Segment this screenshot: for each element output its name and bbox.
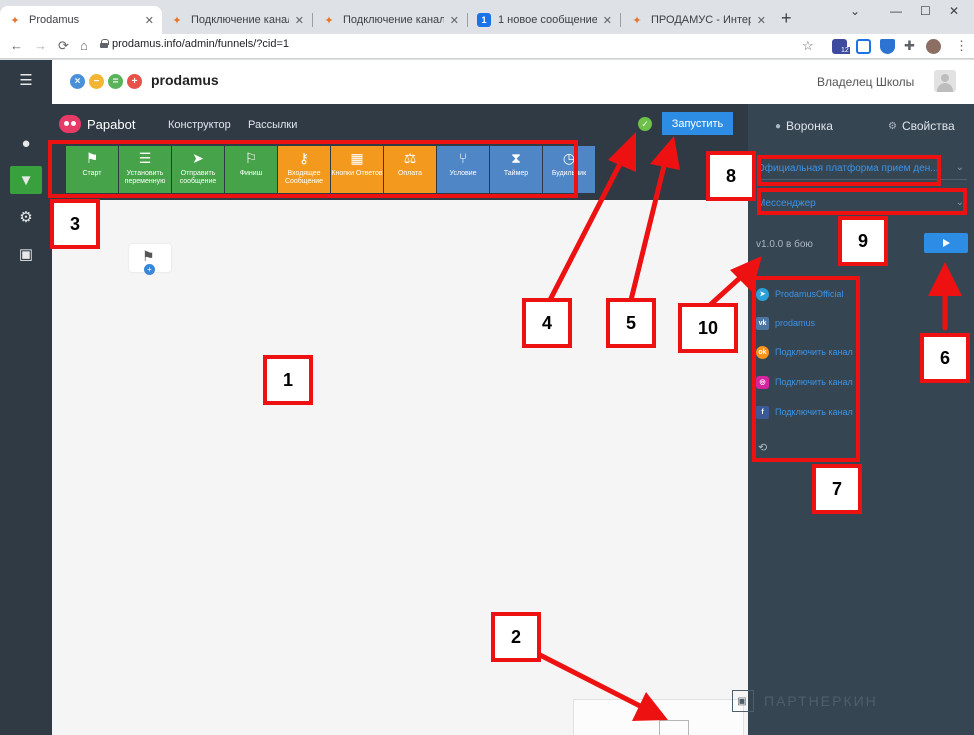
tab-title: ПРОДАМУС - Интернет — [651, 14, 751, 26]
browser-toolbar: ← → ⟳ ⌂ prodamus.info/admin/funnels/?cid… — [0, 34, 974, 59]
user-name[interactable]: Владелец Школы — [817, 75, 914, 89]
funnel-editor: Papabot Конструктор Рассылки ✓ Запустить… — [52, 104, 748, 735]
puzzle-extensions-icon[interactable]: ✚ — [904, 38, 915, 54]
flag-icon: ⚑ — [142, 248, 155, 264]
gear-icon[interactable]: ⚙ — [10, 203, 42, 231]
maximize-window-icon[interactable]: ☐ — [920, 4, 931, 18]
chat-icon[interactable]: ● — [10, 129, 42, 157]
annotation-label-10: 10 — [678, 303, 738, 353]
browser-tab-telegram[interactable]: ✦ Подключение канала Tel ✕ — [162, 6, 312, 34]
logo-dot-green-icon: = — [108, 74, 123, 89]
tab-search-icon[interactable]: ⌄ — [850, 4, 860, 18]
annotation-label-4: 4 — [522, 298, 572, 348]
watermark-logo-icon: ▣ — [732, 690, 754, 712]
saved-check-icon: ✓ — [638, 117, 652, 131]
funnel-canvas[interactable]: ⚑ + — [52, 200, 748, 735]
lock-icon[interactable]: ▣ — [10, 240, 42, 268]
prodamus-favicon-icon: ✦ — [632, 14, 642, 27]
home-icon[interactable]: ⌂ — [80, 38, 88, 53]
prodamus-favicon-icon: ✦ — [10, 14, 20, 27]
user-avatar[interactable] — [934, 70, 956, 92]
lock-icon — [100, 39, 109, 48]
brand-name: prodamus — [151, 72, 219, 88]
product-name: Papabot — [87, 117, 136, 132]
profile-avatar[interactable] — [926, 39, 941, 54]
watermark-text: ПАРТНЕРКИН — [764, 693, 878, 709]
message-badge-icon: 1 — [477, 13, 491, 27]
annotation-label-3: 3 — [50, 199, 100, 249]
logo-dot-yellow-icon: − — [89, 74, 104, 89]
prodamus-favicon-icon: ✦ — [324, 14, 334, 27]
shield-extension-icon[interactable] — [880, 39, 895, 54]
tab-separator — [620, 13, 621, 27]
browser-tab-message[interactable]: 1 1 новое сообщение ✕ — [469, 6, 620, 34]
annotation-label-1: 1 — [263, 355, 313, 405]
annotation-label-6: 6 — [920, 333, 970, 383]
browser-tab-prodamus[interactable]: ✦ Prodamus ✕ — [0, 6, 162, 34]
annotation-label-5: 5 — [606, 298, 656, 348]
close-tab-icon[interactable]: ✕ — [295, 14, 304, 27]
logo-dot-red-icon: + — [127, 74, 142, 89]
hamburger-menu-icon[interactable]: ☰ — [10, 66, 42, 94]
close-tab-icon[interactable]: ✕ — [145, 14, 154, 27]
tab-label: Свойства — [901, 119, 955, 133]
back-arrow-icon[interactable]: ← — [10, 38, 23, 53]
browser-tab-prodamus-site[interactable]: ✦ ПРОДАМУС - Интернет ✕ — [622, 6, 774, 34]
annotation-label-2: 2 — [491, 612, 541, 662]
app-header: × − = + prodamus Владелец Школы — [52, 60, 974, 104]
annotation-label-8: 8 — [706, 151, 756, 201]
chevron-down-icon: ⌄ — [955, 162, 964, 173]
chat-icon: ● — [775, 120, 782, 132]
bookmark-star-icon[interactable]: ☆ — [802, 38, 814, 54]
tab-title: Подключение канала Ins — [343, 14, 444, 26]
tab-separator — [312, 13, 313, 27]
minimize-window-icon[interactable]: — — [890, 4, 902, 18]
annotation-box-funnel-select — [757, 155, 941, 186]
annotation-label-9: 9 — [838, 216, 888, 266]
left-sidebar: ☰ ● ▼ ⚙ ▣ — [0, 60, 52, 735]
annotation-box-channels — [752, 276, 860, 462]
tab-title: Prodamus — [29, 14, 80, 26]
address-bar[interactable]: prodamus.info/admin/funnels/?cid=1 — [112, 38, 289, 50]
new-tab-button[interactable]: + — [781, 8, 792, 29]
annotation-box-messenger-select — [757, 188, 967, 215]
extension-badge: 12 — [840, 47, 850, 54]
extension-icon[interactable] — [856, 39, 871, 54]
annotation-box-blocks — [48, 140, 578, 198]
add-node-plus-icon[interactable]: + — [144, 264, 155, 275]
tab-properties[interactable]: ⚙ Свойства — [888, 119, 955, 133]
canvas-minimap[interactable] — [573, 699, 744, 735]
funnel-icon[interactable]: ▼ — [10, 166, 42, 194]
reload-icon[interactable]: ⟳ — [58, 38, 69, 54]
papabot-logo-icon — [59, 115, 81, 133]
close-tab-icon[interactable]: ✕ — [757, 14, 766, 27]
menu-kebab-icon[interactable]: ⋮ — [955, 38, 968, 54]
forward-arrow-icon[interactable]: → — [34, 38, 47, 53]
play-button[interactable] — [924, 233, 968, 253]
tab-funnel[interactable]: ● Воронка — [775, 119, 833, 133]
tab-separator — [467, 13, 468, 27]
tab-label: Воронка — [786, 119, 833, 133]
tab-title: 1 новое сообщение — [498, 14, 597, 26]
close-window-icon[interactable]: ✕ — [949, 4, 959, 18]
menu-mailings[interactable]: Рассылки — [248, 119, 297, 131]
annotation-label-7: 7 — [812, 464, 862, 514]
prodamus-favicon-icon: ✦ — [172, 14, 182, 27]
menu-constructor[interactable]: Конструктор — [168, 119, 231, 131]
version-label: v1.0.0 в бою — [756, 239, 813, 250]
watermark: ▣ ПАРТНЕРКИН — [732, 690, 878, 712]
tab-title: Подключение канала Tel — [191, 14, 289, 26]
browser-tab-instagram[interactable]: ✦ Подключение канала Ins ✕ — [314, 6, 467, 34]
gear-icon: ⚙ — [888, 120, 897, 132]
minimap-viewport[interactable] — [659, 720, 689, 735]
logo-dot-blue-icon: × — [70, 74, 85, 89]
browser-tab-bar: ✦ Prodamus ✕ ✦ Подключение канала Tel ✕ … — [0, 0, 974, 34]
close-tab-icon[interactable]: ✕ — [450, 14, 459, 27]
close-tab-icon[interactable]: ✕ — [603, 14, 612, 27]
run-button[interactable]: Запустить — [662, 112, 733, 135]
